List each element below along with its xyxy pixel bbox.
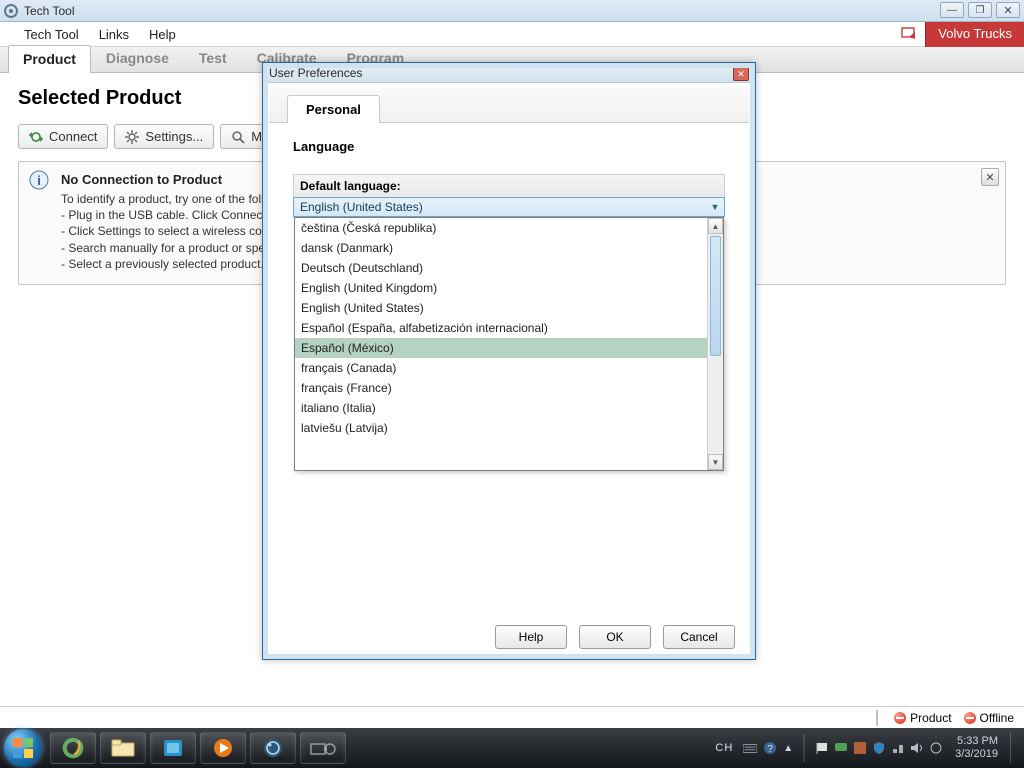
- scroll-down-button[interactable]: ▼: [708, 454, 723, 470]
- tray-app-icon[interactable]: [853, 741, 867, 755]
- connect-icon: [29, 130, 43, 144]
- status-product-label: Product: [910, 711, 951, 725]
- dialog-button-row: Help OK Cancel: [269, 619, 749, 653]
- language-option[interactable]: latviešu (Latvija): [295, 418, 707, 438]
- keyboard-icon[interactable]: [743, 741, 757, 755]
- menu-techtool[interactable]: Tech Tool: [14, 23, 89, 46]
- status-offline-icon: [964, 712, 976, 724]
- dialog-body: Personal Language Default language: Engl…: [269, 87, 749, 617]
- tab-product[interactable]: Product: [8, 45, 91, 73]
- language-combobox[interactable]: English (United States) ▼ čeština (Česká…: [293, 197, 725, 217]
- brand-button[interactable]: Volvo Trucks: [925, 22, 1024, 47]
- menu-links[interactable]: Links: [89, 23, 139, 46]
- language-option[interactable]: English (United States): [295, 298, 707, 318]
- tab-test[interactable]: Test: [184, 44, 242, 72]
- system-tray: CH ? ▲ 5:33 PM 3/3/2019: [711, 732, 1024, 764]
- dialog-tab-row: Personal: [269, 87, 749, 123]
- status-offline[interactable]: Offline: [964, 711, 1014, 725]
- svg-text:?: ?: [767, 744, 773, 755]
- settings-button[interactable]: Settings...: [114, 124, 214, 149]
- settings-label: Settings...: [145, 129, 203, 144]
- language-option[interactable]: Español (México): [295, 338, 707, 358]
- language-option[interactable]: dansk (Danmark): [295, 238, 707, 258]
- flag-icon[interactable]: [815, 741, 829, 755]
- dialog-content: Language Default language: English (Unit…: [269, 123, 749, 233]
- network-icon[interactable]: [891, 741, 905, 755]
- chat-icon[interactable]: [834, 741, 848, 755]
- message-icon[interactable]: [901, 27, 919, 41]
- task-app2[interactable]: [300, 732, 346, 764]
- language-option[interactable]: français (France): [295, 378, 707, 398]
- dialog-title-bar[interactable]: User Preferences: [263, 63, 755, 83]
- window-title: Tech Tool: [24, 4, 74, 18]
- info-icon: i: [29, 170, 49, 190]
- taskbar: CH ? ▲ 5:33 PM 3/3/2019: [0, 728, 1024, 768]
- shield-icon[interactable]: [872, 741, 886, 755]
- cancel-button[interactable]: Cancel: [663, 625, 735, 649]
- task-mediaplayer[interactable]: [200, 732, 246, 764]
- language-option[interactable]: Español (España, alfabetización internac…: [295, 318, 707, 338]
- dropdown-list: čeština (Česká republika)dansk (Danmark)…: [295, 218, 707, 470]
- help-tray-icon[interactable]: ?: [763, 741, 777, 755]
- language-indicator[interactable]: CH: [711, 742, 737, 754]
- task-app1[interactable]: [150, 732, 196, 764]
- close-button[interactable]: [996, 2, 1020, 18]
- status-product[interactable]: Product: [894, 711, 951, 725]
- title-bar: Tech Tool: [0, 0, 1024, 22]
- combobox-value: English (United States): [300, 200, 423, 214]
- status-product-icon: [894, 712, 906, 724]
- status-offline-label: Offline: [980, 711, 1014, 725]
- tab-diagnose[interactable]: Diagnose: [91, 44, 184, 72]
- language-option[interactable]: English (United Kingdom): [295, 278, 707, 298]
- brand-area: Volvo Trucks: [901, 22, 1024, 47]
- taskbar-clock[interactable]: 5:33 PM 3/3/2019: [949, 735, 1004, 760]
- language-option[interactable]: français (Canada): [295, 358, 707, 378]
- show-desktop-button[interactable]: [1010, 732, 1018, 764]
- maximize-button[interactable]: [968, 2, 992, 18]
- help-button[interactable]: Help: [495, 625, 567, 649]
- chevron-down-icon: ▼: [708, 200, 722, 214]
- language-option[interactable]: čeština (Česká republika): [295, 218, 707, 238]
- dialog-close-button[interactable]: ✕: [733, 67, 749, 81]
- task-ie[interactable]: [50, 732, 96, 764]
- tray-chevron-icon[interactable]: ▲: [783, 743, 793, 754]
- window-controls: [940, 2, 1020, 18]
- language-option[interactable]: italiano (Italia): [295, 398, 707, 418]
- tray-misc-icon[interactable]: [929, 741, 943, 755]
- scroll-thumb[interactable]: [710, 236, 721, 356]
- language-option[interactable]: Deutsch (Deutschland): [295, 258, 707, 278]
- tab-personal[interactable]: Personal: [287, 95, 380, 123]
- clock-time: 5:33 PM: [955, 735, 998, 748]
- language-dropdown: čeština (Česká republika)dansk (Danmark)…: [294, 217, 724, 471]
- volume-icon[interactable]: [910, 741, 924, 755]
- default-language-label: Default language:: [293, 174, 725, 197]
- user-preferences-dialog: User Preferences ✕ Personal Language Def…: [262, 62, 756, 660]
- start-button[interactable]: [4, 729, 42, 767]
- tray-icons: [815, 741, 943, 755]
- task-explorer[interactable]: [100, 732, 146, 764]
- minimize-button[interactable]: [940, 2, 964, 18]
- svg-text:i: i: [37, 173, 41, 188]
- connect-label: Connect: [49, 129, 97, 144]
- clock-date: 3/3/2019: [955, 748, 998, 761]
- app-icon: [4, 4, 18, 18]
- connect-button[interactable]: Connect: [18, 124, 108, 149]
- dropdown-scrollbar[interactable]: ▲ ▼: [707, 218, 723, 470]
- section-language: Language: [293, 139, 725, 154]
- dialog-title: User Preferences: [269, 66, 362, 80]
- search-icon: [231, 130, 245, 144]
- scroll-up-button[interactable]: ▲: [708, 218, 723, 234]
- task-techtool[interactable]: [250, 732, 296, 764]
- info-close-button[interactable]: ✕: [981, 168, 999, 186]
- gear-icon: [125, 130, 139, 144]
- ok-button[interactable]: OK: [579, 625, 651, 649]
- menu-help[interactable]: Help: [139, 23, 186, 46]
- app-status-bar: Product Offline: [0, 706, 1024, 728]
